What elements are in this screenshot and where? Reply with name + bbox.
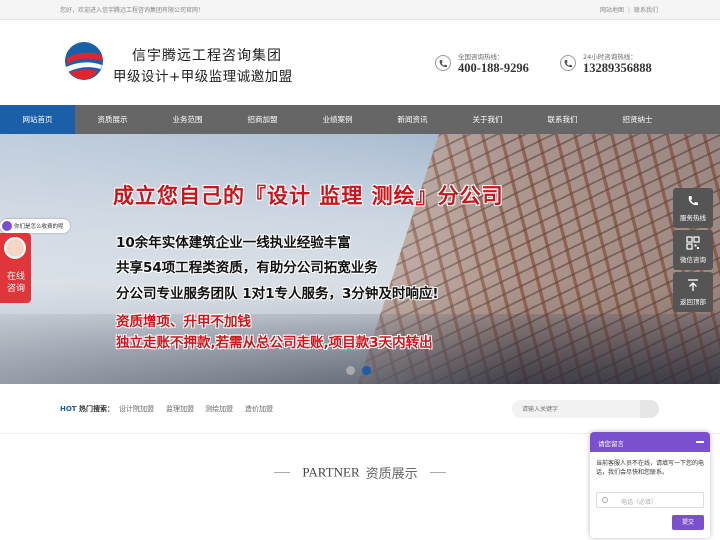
phone-icon bbox=[435, 55, 451, 71]
banner-line: 10余年实体建筑企业一线执业经验丰富 bbox=[116, 235, 351, 251]
arrow-up-icon bbox=[686, 278, 700, 292]
avatar bbox=[4, 237, 26, 259]
nav-item-careers[interactable]: 招贤纳士 bbox=[600, 105, 675, 134]
nav-item-business[interactable]: 业务范围 bbox=[150, 105, 225, 134]
hotline-label: 24小时咨询热线： bbox=[583, 53, 637, 61]
minimize-icon[interactable] bbox=[696, 441, 704, 443]
banner-line: 分公司专业服务团队 1对1专人服务，3分钟及时响应! bbox=[116, 286, 439, 302]
top-links: 网站地图 | 联系我们 bbox=[599, 5, 658, 14]
slide-dot-active[interactable] bbox=[362, 366, 371, 375]
hot-keyword[interactable]: 设计院加盟 bbox=[119, 404, 154, 414]
nav-item-news[interactable]: 新闻资讯 bbox=[375, 105, 450, 134]
top-bar: 您好，欢迎进入信宇腾远工程咨询集团有限公司官网！ 网站地图 | 联系我们 bbox=[0, 0, 720, 20]
hotline-number: 400-188-9296 bbox=[458, 61, 529, 75]
chat-panel-title: 请您留言 bbox=[598, 440, 624, 448]
contact-link[interactable]: 联系我们 bbox=[634, 5, 658, 14]
chat-bubble[interactable]: 你们是怎么收费的呢 bbox=[0, 219, 70, 233]
tool-label: 返回顶部 bbox=[680, 298, 706, 306]
nav-item-qualifications[interactable]: 资质展示 bbox=[75, 105, 150, 134]
nav-item-cases[interactable]: 业绩案例 bbox=[300, 105, 375, 134]
banner-title: 成立您自己的『设计 监理 测绘』分公司 bbox=[113, 184, 504, 208]
header: 信宇腾远工程咨询集团 甲级设计+甲级监理诚邀加盟 全国咨询热线： 400-188… bbox=[0, 21, 720, 105]
section-title-en: PARTNER bbox=[302, 464, 360, 480]
tool-label: 服务热线 bbox=[680, 214, 706, 222]
main-nav: 网站首页 资质展示 业务范围 招商加盟 业绩案例 新闻资讯 关于我们 联系我们 … bbox=[0, 105, 720, 134]
service-hotline-button[interactable]: 服务热线 bbox=[673, 188, 713, 228]
user-icon bbox=[602, 497, 608, 503]
back-to-top-button[interactable]: 返回顶部 bbox=[673, 272, 713, 312]
banner-highlight: 资质增项、升甲不加钱 bbox=[116, 314, 251, 330]
sitemap-link[interactable]: 网站地图 bbox=[600, 5, 624, 14]
qrcode-icon bbox=[686, 236, 700, 250]
slide-dot[interactable] bbox=[346, 366, 355, 375]
online-consult-label: 在线咨询 bbox=[6, 272, 25, 294]
phone-icon bbox=[560, 55, 576, 71]
hot-search-label: HOT 热门搜索： bbox=[60, 405, 115, 413]
nav-item-franchise[interactable]: 招商加盟 bbox=[225, 105, 300, 134]
banner-line: 共享54项工程类资质，有助分公司拓宽业务 bbox=[116, 260, 378, 276]
phone-input-placeholder: 电话（必填） bbox=[621, 499, 658, 506]
chat-bubble-text: 你们是怎么收费的呢 bbox=[14, 224, 64, 230]
chat-panel-message: 当前客服人员不在线，请填写一下您的电话，我们会尽快和您联系。 bbox=[596, 460, 705, 476]
hotline-number: 13289356888 bbox=[583, 61, 652, 75]
submit-button[interactable]: 提交 bbox=[672, 515, 704, 530]
brand-name: 信宇腾远工程咨询集团 bbox=[132, 48, 282, 64]
nav-item-home[interactable]: 网站首页 bbox=[0, 105, 75, 134]
welcome-text: 您好，欢迎进入信宇腾远工程咨询集团有限公司官网！ bbox=[60, 7, 205, 14]
hot-keyword[interactable]: 测绘加盟 bbox=[205, 404, 233, 414]
chat-panel-header[interactable]: 请您留言 bbox=[590, 432, 710, 452]
hot-keyword[interactable]: 监理加盟 bbox=[166, 404, 194, 414]
brand-slogan: 甲级设计+甲级监理诚邀加盟 bbox=[113, 69, 293, 85]
nav-item-contact[interactable]: 联系我们 bbox=[525, 105, 600, 134]
leave-message-panel: 请您留言 当前客服人员不在线，请填写一下您的电话，我们会尽快和您联系。 电话（必… bbox=[590, 432, 710, 538]
tool-label: 微信咨询 bbox=[680, 256, 706, 264]
section-title-cn: 资质展示 bbox=[365, 467, 418, 482]
chat-icon bbox=[2, 221, 12, 231]
hot-search-bar: HOT 热门搜索： 设计院加盟 监理加盟 测绘加盟 造价加盟 bbox=[0, 384, 720, 434]
hot-keyword[interactable]: 造价加盟 bbox=[245, 404, 273, 414]
slide-indicators bbox=[346, 360, 378, 379]
phone-input[interactable]: 电话（必填） bbox=[596, 492, 704, 508]
search-button[interactable] bbox=[640, 400, 659, 418]
banner-highlight: 独立走账不押款,若需从总公司走账,项目款3天内转出 bbox=[116, 335, 433, 351]
nav-item-about[interactable]: 关于我们 bbox=[450, 105, 525, 134]
hotline-label: 全国咨询热线： bbox=[458, 53, 504, 61]
wechat-consult-button[interactable]: 微信咨询 bbox=[673, 230, 713, 270]
online-consult-button[interactable]: 在线咨询 bbox=[0, 233, 31, 303]
hero-banner[interactable]: 成立您自己的『设计 监理 测绘』分公司 10余年实体建筑企业一线执业经验丰富 共… bbox=[0, 134, 720, 384]
phone-icon bbox=[686, 194, 700, 208]
search-input[interactable] bbox=[512, 400, 659, 418]
company-logo-icon[interactable] bbox=[64, 41, 104, 81]
